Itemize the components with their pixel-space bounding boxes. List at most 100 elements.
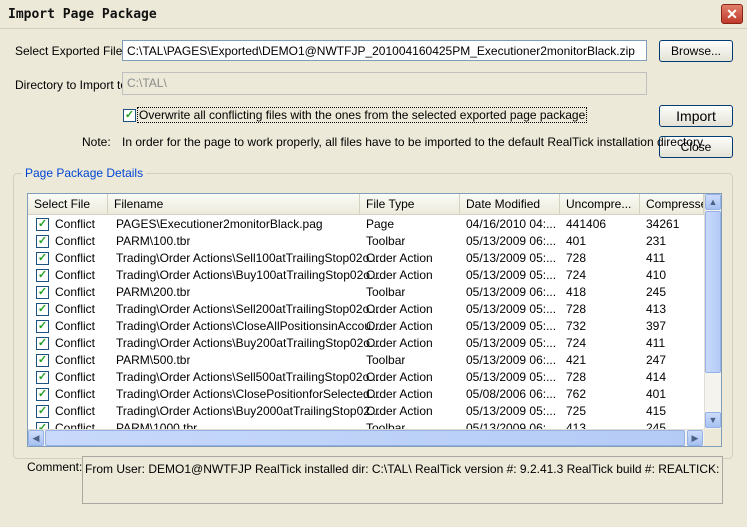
comment-label: Comment: xyxy=(27,460,83,474)
column-select-file[interactable]: Select File xyxy=(28,194,108,214)
scroll-left-icon[interactable]: ◀ xyxy=(28,430,44,446)
row-select-checkbox[interactable]: ✓ xyxy=(36,303,49,316)
package-file-list[interactable]: Select File Filename File Type Date Modi… xyxy=(27,193,722,447)
row-status: Conflict xyxy=(55,268,96,282)
row-select-checkbox[interactable]: ✓ xyxy=(36,388,49,401)
row-compressed: 411 xyxy=(646,251,666,265)
scroll-up-icon[interactable]: ▲ xyxy=(705,194,721,210)
vertical-scroll-thumb[interactable] xyxy=(705,211,721,373)
row-status: Conflict xyxy=(55,302,96,316)
table-row[interactable]: ✓ Conflict Trading\Order Actions\CloseAllP… xyxy=(28,318,704,335)
row-select-checkbox[interactable]: ✓ xyxy=(36,320,49,333)
group-legend: Page Package Details xyxy=(22,166,147,180)
row-filename: Trading\Order Actions\Buy200atTrailingSt… xyxy=(116,336,380,350)
comment-text: From User: DEMO1@NWTFJP RealTick install… xyxy=(82,456,723,504)
row-filename: Trading\Order Actions\Buy100atTrailingSt… xyxy=(116,268,380,282)
window-close-icon[interactable]: ✕ xyxy=(721,4,743,24)
horizontal-scrollbar[interactable]: ◀ ▶ xyxy=(28,429,704,446)
scrollbar-corner xyxy=(704,429,721,446)
row-file-type: Toolbar xyxy=(366,353,406,367)
column-compressed[interactable]: Compresse... xyxy=(640,194,704,214)
row-uncompressed: 441406 xyxy=(566,217,607,231)
row-select-checkbox[interactable]: ✓ xyxy=(36,405,49,418)
column-filename[interactable]: Filename xyxy=(108,194,360,214)
row-date: 05/13/2009 05:... xyxy=(466,251,557,265)
row-compressed: 411 xyxy=(646,336,666,350)
row-uncompressed: 421 xyxy=(566,353,587,367)
table-row[interactable]: ✓ Conflict Trading\Order Actions\ClosePosi… xyxy=(28,386,704,403)
row-file-type: Order Action xyxy=(366,370,433,384)
row-select-checkbox[interactable]: ✓ xyxy=(36,252,49,265)
row-status: Conflict xyxy=(55,336,96,350)
row-uncompressed: 418 xyxy=(566,285,587,299)
vertical-scrollbar[interactable]: ▲ ▼ xyxy=(704,194,721,429)
row-select-checkbox[interactable]: ✓ xyxy=(36,235,49,248)
column-date-modified[interactable]: Date Modified xyxy=(460,194,560,214)
row-uncompressed: 728 xyxy=(566,302,587,316)
browse-button[interactable]: Browse... xyxy=(659,40,733,62)
row-date: 05/13/2009 06:... xyxy=(466,353,557,367)
note-label: Note: xyxy=(82,135,111,149)
row-file-type: Toolbar xyxy=(366,285,406,299)
overwrite-label[interactable]: Overwrite all conflicting files with the… xyxy=(137,107,588,123)
row-compressed: 247 xyxy=(646,353,667,367)
row-filename: PARM\200.tbr xyxy=(116,285,191,299)
row-date: 04/16/2010 04:... xyxy=(466,217,557,231)
column-uncompressed[interactable]: Uncompre... xyxy=(560,194,640,214)
table-row[interactable]: ✓ Conflict Trading\Order Actions\Buy2000at… xyxy=(28,403,704,420)
row-date: 05/13/2009 05:... xyxy=(466,302,557,316)
import-button[interactable]: Import xyxy=(659,105,733,127)
row-compressed: 410 xyxy=(646,268,667,282)
column-file-type[interactable]: File Type xyxy=(360,194,460,214)
table-row[interactable]: ✓ Conflict PARM\500.tbr Toolbar 05/13/2009 0… xyxy=(28,352,704,369)
table-row[interactable]: ✓ Conflict Trading\Order Actions\Sell100at… xyxy=(28,250,704,267)
row-compressed: 415 xyxy=(646,404,667,418)
table-row[interactable]: ✓ Conflict PARM\200.tbr Toolbar 05/13/2009 0… xyxy=(28,284,704,301)
row-select-checkbox[interactable]: ✓ xyxy=(36,218,49,231)
scroll-down-icon[interactable]: ▼ xyxy=(705,412,721,428)
overwrite-checkbox[interactable]: ✓ xyxy=(123,109,136,122)
row-date: 05/13/2009 05:... xyxy=(466,404,557,418)
row-select-checkbox[interactable]: ✓ xyxy=(36,286,49,299)
row-status: Conflict xyxy=(55,353,96,367)
row-select-checkbox[interactable]: ✓ xyxy=(36,354,49,367)
row-select-checkbox[interactable]: ✓ xyxy=(36,269,49,282)
row-filename: Trading\Order Actions\Sell200atTrailingS… xyxy=(116,302,380,316)
row-status: Conflict xyxy=(55,387,96,401)
row-date: 05/13/2009 06:... xyxy=(466,234,557,248)
table-row[interactable]: ✓ Conflict PAGES\Executioner2monitorBlack.… xyxy=(28,216,704,233)
table-row[interactable]: ✓ Conflict Trading\Order Actions\Sell200at… xyxy=(28,301,704,318)
row-date: 05/13/2009 06:... xyxy=(466,285,557,299)
horizontal-scroll-thumb[interactable] xyxy=(45,430,685,446)
row-filename: Trading\Order Actions\ClosePositionforSe… xyxy=(116,387,380,401)
window-title: Import Page Package xyxy=(8,7,157,22)
table-row[interactable]: ✓ Conflict Trading\Order Actions\Buy100atT… xyxy=(28,267,704,284)
row-select-checkbox[interactable]: ✓ xyxy=(36,337,49,350)
row-compressed: 231 xyxy=(646,234,667,248)
list-header: Select File Filename File Type Date Modi… xyxy=(28,194,704,215)
row-date: 05/13/2009 05:... xyxy=(466,268,557,282)
directory-label: Directory to Import to: xyxy=(15,78,131,92)
row-file-type: Page xyxy=(366,217,395,231)
exported-file-input[interactable]: C:\TAL\PAGES\Exported\DEMO1@NWTFJP_20100… xyxy=(122,40,647,61)
row-uncompressed: 728 xyxy=(566,370,587,384)
row-date: 05/13/2009 05:... xyxy=(466,319,557,333)
row-status: Conflict xyxy=(55,404,96,418)
row-filename: PAGES\Executioner2monitorBlack.pag xyxy=(116,217,323,231)
row-file-type: Order Action xyxy=(366,302,433,316)
row-status: Conflict xyxy=(55,285,96,299)
table-row[interactable]: ✓ Conflict Trading\Order Actions\Buy200atT… xyxy=(28,335,704,352)
row-date: 05/08/2006 06:... xyxy=(466,387,557,401)
row-filename: PARM\500.tbr xyxy=(116,353,191,367)
row-filename: Trading\Order Actions\Buy2000atTrailingS… xyxy=(116,404,380,418)
row-uncompressed: 724 xyxy=(566,336,587,350)
row-uncompressed: 725 xyxy=(566,404,587,418)
row-uncompressed: 762 xyxy=(566,387,587,401)
table-row[interactable]: ✓ Conflict PARM\100.tbr Toolbar 05/13/2009 0… xyxy=(28,233,704,250)
scroll-right-icon[interactable]: ▶ xyxy=(687,430,703,446)
row-compressed: 401 xyxy=(646,387,667,401)
table-row[interactable]: ✓ Conflict Trading\Order Actions\Sell500at… xyxy=(28,369,704,386)
row-uncompressed: 732 xyxy=(566,319,587,333)
row-select-checkbox[interactable]: ✓ xyxy=(36,371,49,384)
row-uncompressed: 724 xyxy=(566,268,587,282)
